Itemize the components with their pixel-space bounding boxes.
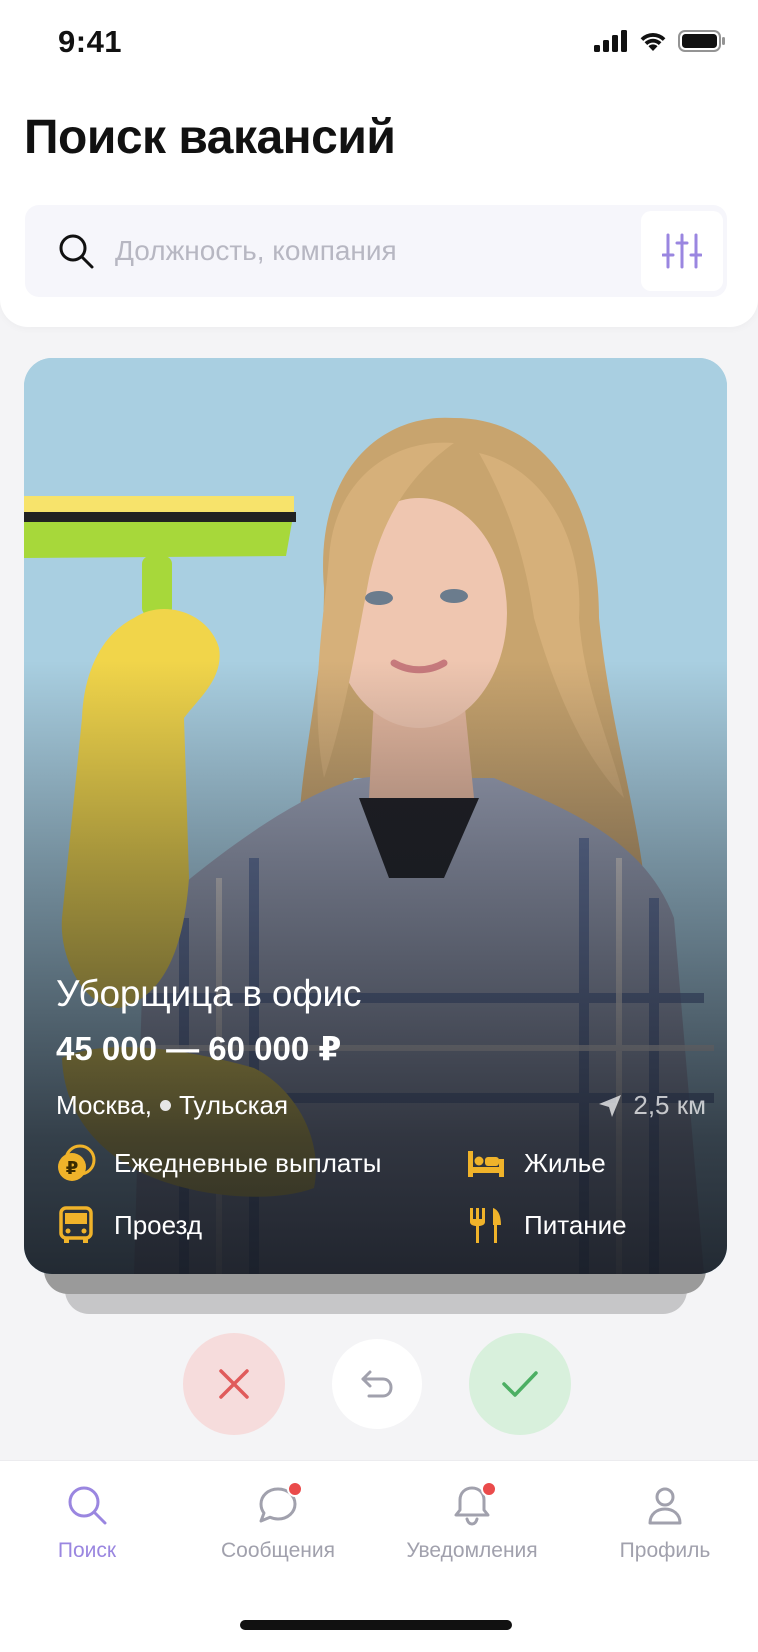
svg-text:₽: ₽ (66, 1158, 79, 1179)
header-sheet: 9:41 Поиск вакансий (0, 0, 758, 327)
coin-ruble-icon: ₽ (56, 1143, 96, 1183)
fork-knife-icon (466, 1205, 506, 1245)
perk-meals: Питание (466, 1205, 706, 1245)
status-bar: 9:41 (0, 0, 758, 90)
tab-label: Профиль (619, 1539, 711, 1562)
home-indicator (240, 1620, 512, 1630)
tab-notifications-icon-wrap (450, 1481, 497, 1527)
undo-button[interactable] (332, 1339, 422, 1429)
close-icon (219, 1369, 249, 1399)
wifi-icon (640, 33, 666, 51)
reject-button[interactable] (183, 1333, 285, 1435)
job-location: Москва, Тульская (56, 1090, 288, 1121)
undo-icon (361, 1370, 393, 1398)
card-info: Уборщица в офис 45 000 — 60 000 ₽ Москва… (56, 973, 706, 1245)
filter-button[interactable] (641, 211, 723, 291)
tab-search[interactable]: Поиск (0, 1483, 182, 1563)
search-icon (68, 1486, 107, 1525)
bus-icon (56, 1205, 96, 1245)
perk-label: Питание (524, 1209, 627, 1240)
status-icons (594, 30, 726, 52)
tab-label: Поиск (57, 1539, 117, 1562)
tab-profile[interactable]: Профиль (570, 1483, 758, 1563)
metro-dot-icon (160, 1100, 171, 1111)
perk-label: Ежедневные выплаты (114, 1147, 382, 1178)
tab-search-icon-wrap (65, 1483, 109, 1527)
job-city: Москва, (56, 1090, 152, 1120)
perks-list: ₽ Ежедневные выплаты Жилье Проезд Питани… (56, 1143, 706, 1245)
perk-transport: Проезд (56, 1205, 466, 1245)
unread-badge (287, 1481, 303, 1497)
job-location-row: Москва, Тульская 2,5 км (56, 1090, 706, 1121)
battery-icon (678, 30, 725, 52)
page-title: Поиск вакансий (24, 111, 396, 164)
search-box[interactable] (25, 205, 727, 297)
search-icon (59, 234, 94, 269)
job-distance: 2,5 км (597, 1090, 706, 1121)
job-salary: 45 000 — 60 000 ₽ (56, 1030, 342, 1067)
perk-label: Проезд (114, 1209, 203, 1240)
user-icon (648, 1487, 682, 1525)
unread-badge (481, 1481, 497, 1497)
check-icon (502, 1371, 538, 1397)
perk-daily-payments: ₽ Ежедневные выплаты (56, 1143, 466, 1183)
tab-messages-icon-wrap (256, 1481, 303, 1527)
signal-icon (594, 30, 627, 52)
bed-icon (466, 1143, 506, 1183)
tab-notifications[interactable]: Уведомления (377, 1481, 567, 1563)
tab-profile-icon-wrap (643, 1483, 687, 1527)
perk-housing: Жилье (466, 1143, 706, 1183)
perk-label: Жилье (524, 1147, 606, 1178)
sliders-icon (662, 233, 702, 269)
job-card[interactable]: Уборщица в офис 45 000 — 60 000 ₽ Москва… (24, 358, 727, 1274)
job-title: Уборщица в офис (56, 973, 362, 1014)
status-time: 9:41 (58, 24, 123, 59)
job-metro: Тульская (179, 1090, 289, 1120)
distance-value: 2,5 км (633, 1090, 706, 1120)
tab-label: Уведомления (406, 1539, 538, 1562)
accept-button[interactable] (469, 1333, 571, 1435)
location-arrow-icon (599, 1094, 622, 1117)
tab-label: Сообщения (221, 1539, 335, 1562)
search-input[interactable] (115, 223, 635, 279)
tab-messages[interactable]: Сообщения (183, 1481, 373, 1563)
